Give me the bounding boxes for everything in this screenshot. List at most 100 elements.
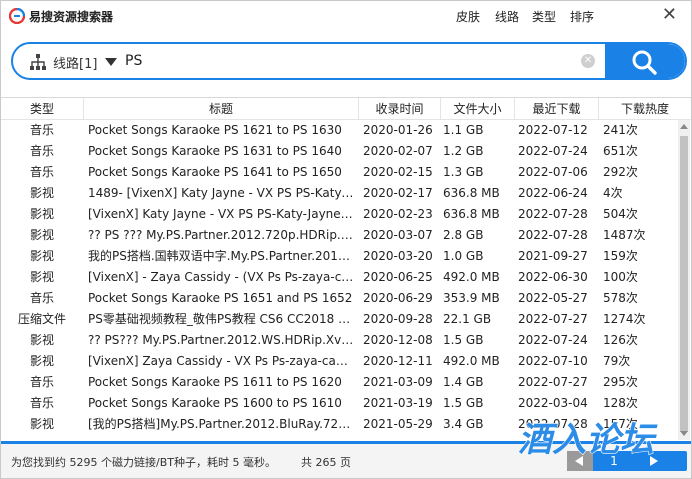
cell-popularity: 128次 [603, 396, 638, 410]
app-title: 易搜资源搜索器 [29, 10, 114, 24]
cell-file-size: 1.5 GB [443, 396, 484, 410]
cell-file-size: 636.8 MB [443, 186, 500, 200]
cell-file-size: 22.1 GB [443, 312, 492, 326]
cell-last-download: 2022-03-04 [518, 396, 588, 410]
cell-type: 影视 [29, 186, 54, 200]
cell-indexed-time: 2021-05-29 [363, 417, 433, 431]
table-row[interactable]: 影视 我的PS搭档.国韩双语中字.My.PS.Partner.2012... 202… [1, 246, 679, 267]
close-button[interactable]: ✕ [662, 5, 677, 25]
column-header-indexed-time[interactable]: 收录时间 [359, 98, 441, 120]
table-row[interactable]: 影视 ?? PS??? My.PS.Partner.2012.WS.HDRip.X… [1, 330, 679, 351]
column-header-type[interactable]: 类型 [1, 98, 84, 120]
cell-indexed-time: 2020-09-28 [363, 312, 433, 326]
cell-type: 影视 [29, 249, 54, 263]
cell-file-size: 1.1 GB [443, 123, 484, 137]
dropdown-arrow-icon[interactable] [105, 58, 117, 66]
table-row[interactable]: 音乐 Pocket Songs Karaoke PS 1651 and PS 16… [1, 288, 679, 309]
cell-last-download: 2022-07-06 [518, 165, 588, 179]
table-row[interactable]: 音乐 Pocket Songs Karaoke PS 1631 to PS 164… [1, 141, 679, 162]
cell-title: ?? PS ??? My.PS.Partner.2012.720p.HDRip.… [88, 228, 354, 242]
cell-type: 影视 [29, 270, 54, 284]
route-selector-label[interactable]: 线路[1] [53, 53, 97, 72]
cell-title: Pocket Songs Karaoke PS 1621 to PS 1630 [88, 123, 342, 137]
cell-file-size: 353.9 MB [443, 291, 500, 305]
cell-last-download: 2022-07-27 [518, 375, 588, 389]
cell-popularity: 4次 [603, 186, 623, 200]
search-input[interactable] [125, 50, 565, 72]
forum-watermark-logo: 酒入论坛 [517, 419, 658, 459]
scroll-up-arrow-icon[interactable] [680, 124, 688, 129]
cell-file-size: 1.5 GB [443, 333, 484, 347]
table-row[interactable]: 音乐 Pocket Songs Karaoke PS 1621 to PS 163… [1, 120, 679, 141]
app-logo-icon [9, 8, 25, 24]
cell-last-download: 2022-06-24 [518, 186, 588, 200]
cell-type: 音乐 [29, 291, 54, 305]
menu-type[interactable]: 类型 [532, 8, 556, 25]
table-row[interactable]: 音乐 Pocket Songs Karaoke PS 1641 to PS 165… [1, 162, 679, 183]
search-button[interactable] [605, 44, 685, 78]
cell-type: 音乐 [29, 144, 54, 158]
table-row[interactable]: 压缩文件 PS零基础视频教程_敬伟PS教程 CS6 CC2018 p... 2020… [1, 309, 679, 330]
cell-last-download: 2021-09-27 [518, 249, 588, 263]
scroll-thumb[interactable] [680, 136, 688, 432]
result-summary: 为您找到约 5295 个磁力链接/BT种子，耗时 5 毫秒。 [11, 456, 276, 469]
cell-file-size: 3.4 GB [443, 417, 484, 431]
table-row[interactable]: 音乐 Pocket Songs Karaoke PS 1600 to PS 161… [1, 393, 679, 414]
table-row[interactable]: 影视 [VixenX] Katy Jayne - VX PS PS-Katy-Ja… [1, 204, 679, 225]
cell-file-size: 1.3 GB [443, 165, 484, 179]
cell-type: 影视 [29, 354, 54, 368]
table-row[interactable]: 影视 [VixenX] - Zaya Cassidy - (VX Ps Ps-za… [1, 267, 679, 288]
column-header-last-download[interactable]: 最近下载 [515, 98, 599, 120]
cell-title: Pocket Songs Karaoke PS 1641 to PS 1650 [88, 165, 342, 179]
table-row[interactable]: 影视 [VixenX] Zaya Cassidy - VX Ps Ps-zaya-… [1, 351, 679, 372]
table-row[interactable]: 音乐 Pocket Songs Karaoke PS 1611 to PS 162… [1, 372, 679, 393]
cell-indexed-time: 2020-12-11 [363, 354, 433, 368]
cell-file-size: 492.0 MB [443, 270, 500, 284]
cell-indexed-time: 2020-06-29 [363, 291, 433, 305]
cell-popularity: 126次 [603, 333, 638, 347]
menu-route[interactable]: 线路 [495, 8, 519, 25]
cell-file-size: 2.8 GB [443, 228, 484, 242]
cell-indexed-time: 2020-02-17 [363, 186, 433, 200]
cell-indexed-time: 2020-01-26 [363, 123, 433, 137]
menu-sort[interactable]: 排序 [570, 8, 594, 25]
cell-indexed-time: 2020-02-07 [363, 144, 433, 158]
cell-indexed-time: 2020-06-25 [363, 270, 433, 284]
cell-popularity: 504次 [603, 207, 638, 221]
column-header-file-size[interactable]: 文件大小 [441, 98, 515, 120]
column-header-popularity[interactable]: 下载热度 [599, 98, 691, 120]
cell-popularity: 241次 [603, 123, 638, 137]
cell-title: 我的PS搭档.国韩双语中字.My.PS.Partner.2012... [88, 249, 354, 263]
cell-type: 音乐 [29, 375, 54, 389]
cell-popularity: 578次 [603, 291, 638, 305]
cell-title: Pocket Songs Karaoke PS 1600 to PS 1610 [88, 396, 342, 410]
table-row[interactable]: 影视 1489- [VixenX] Katy Jayne - VX PS PS-K… [1, 183, 679, 204]
cell-title: Pocket Songs Karaoke PS 1651 and PS 1652 [88, 291, 353, 305]
cell-title: Pocket Songs Karaoke PS 1611 to PS 1620 [88, 375, 342, 389]
cell-type: 影视 [29, 417, 54, 431]
cell-title: [VixenX] Katy Jayne - VX PS PS-Katy-Jayn… [88, 207, 354, 221]
search-bar: 线路[1] ✕ [11, 42, 687, 80]
cell-last-download: 2022-05-27 [518, 291, 588, 305]
cell-type: 影视 [29, 207, 54, 221]
cell-last-download: 2022-07-28 [518, 228, 588, 242]
cell-title: ?? PS??? My.PS.Partner.2012.WS.HDRip.Xvi… [88, 333, 354, 347]
vertical-scrollbar[interactable] [678, 120, 690, 440]
cell-indexed-time: 2020-12-08 [363, 333, 433, 347]
results-table: 类型 标题 收录时间 文件大小 最近下载 下载热度 音乐 Pocket Songs… [1, 97, 691, 441]
cell-last-download: 2022-07-27 [518, 312, 588, 326]
cell-file-size: 636.8 MB [443, 207, 500, 221]
network-route-icon[interactable] [30, 54, 46, 70]
cell-type: 音乐 [29, 396, 54, 410]
cell-popularity: 295次 [603, 375, 638, 389]
column-header-title[interactable]: 标题 [84, 98, 359, 120]
clear-search-icon[interactable]: ✕ [581, 54, 595, 68]
cell-file-size: 492.0 MB [443, 354, 500, 368]
menu-skin[interactable]: 皮肤 [456, 8, 480, 25]
table-row[interactable]: 影视 ?? PS ??? My.PS.Partner.2012.720p.HDRi… [1, 225, 679, 246]
search-icon [632, 50, 657, 75]
cell-indexed-time: 2021-03-19 [363, 396, 433, 410]
cell-type: 音乐 [29, 165, 54, 179]
cell-last-download: 2022-07-10 [518, 354, 588, 368]
cell-file-size: 1.4 GB [443, 375, 484, 389]
